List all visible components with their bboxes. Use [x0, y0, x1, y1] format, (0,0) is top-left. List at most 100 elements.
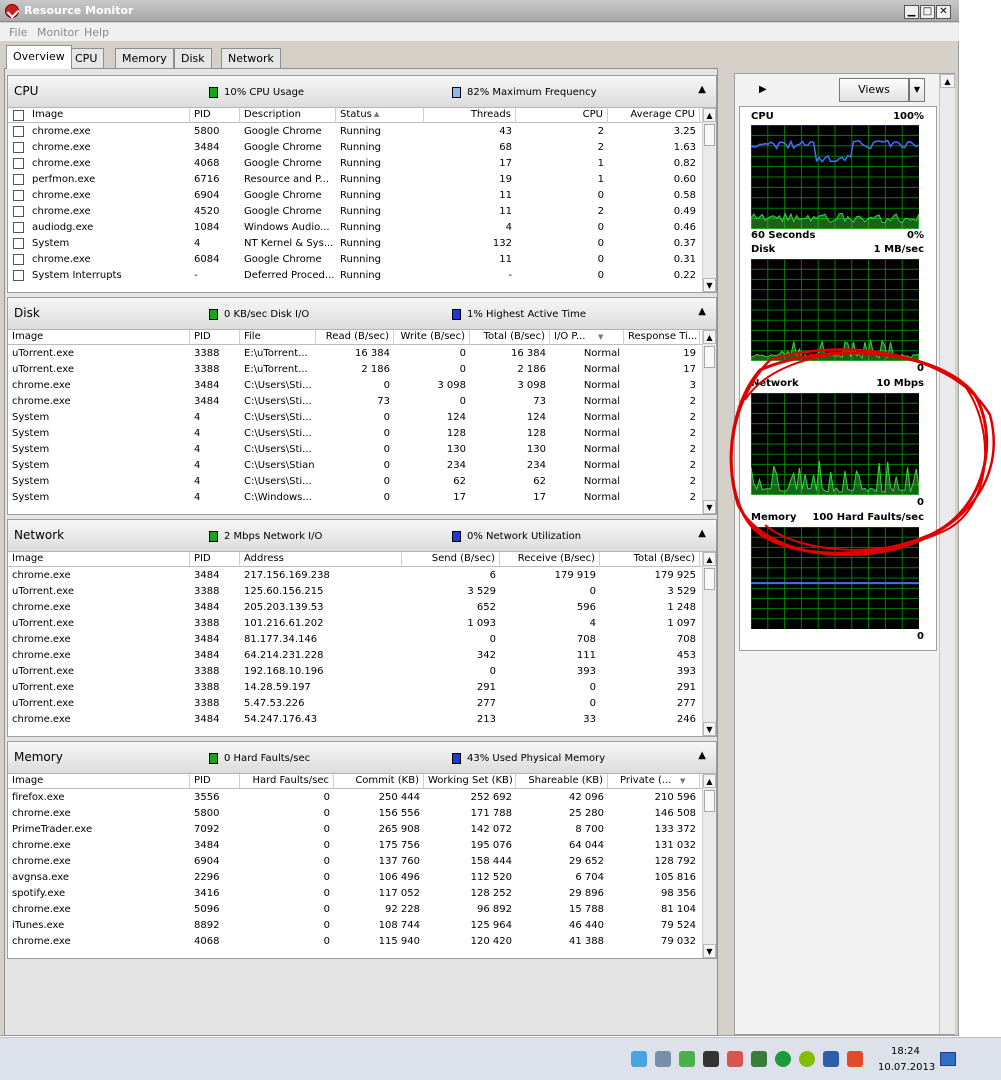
memory-section-header[interactable]: Memory 0 Hard Faults/sec 43% Used Physic… [8, 742, 716, 774]
table-row[interactable]: System 4 NT Kernel & Sys... Running 132 0 0.37 [8, 236, 704, 252]
table-row[interactable]: System 4 C:\Users\Sti... 0 124 124 Normal 2 [8, 410, 704, 426]
tab-memory[interactable]: Memory [115, 48, 174, 68]
col-private[interactable]: Private (... [608, 774, 700, 789]
table-row[interactable]: chrome.exe 3484 54.247.176.43 213 33 246 [8, 712, 704, 728]
scroll-up-arrow-icon[interactable]: ▲ [703, 552, 716, 566]
table-row[interactable]: System 4 C:\Users\Sti... 0 130 130 Normal 2 [8, 442, 704, 458]
display-tray-icon[interactable] [823, 1051, 839, 1067]
disk-section-header[interactable]: Disk 0 KB/sec Disk I/O 1% Highest Active… [8, 298, 716, 330]
collapse-up-icon[interactable]: ▲ [698, 528, 706, 539]
row-checkbox[interactable] [13, 270, 24, 281]
table-row[interactable]: chrome.exe 4068 Google Chrome Running 17 1 0.8… [8, 156, 704, 172]
table-row[interactable]: chrome.exe 3484 205.203.139.53 652 596 1 248 [8, 600, 704, 616]
security-tray-icon[interactable] [751, 1051, 767, 1067]
scroll-down-arrow-icon[interactable]: ▼ [703, 944, 716, 958]
col-threads[interactable]: Threads [424, 108, 516, 123]
table-row[interactable]: chrome.exe 6084 Google Chrome Running 11 0 0.3… [8, 252, 704, 268]
scroll-up-arrow-icon[interactable]: ▲ [703, 330, 716, 344]
utorrent-tray-icon[interactable] [775, 1051, 791, 1067]
table-row[interactable]: uTorrent.exe 3388 192.168.10.196 0 393 393 [8, 664, 704, 680]
row-checkbox[interactable] [13, 190, 24, 201]
col-io-priority[interactable]: I/O P... [550, 330, 624, 345]
col-address[interactable]: Address [240, 552, 402, 567]
col-pid[interactable]: PID [190, 330, 240, 345]
scroll-thumb[interactable] [704, 790, 715, 812]
views-dropdown-arrow-icon[interactable]: ▼ [909, 78, 925, 102]
scroll-thumb[interactable] [704, 568, 715, 590]
network-scrollbar[interactable]: ▲ ▼ [702, 552, 716, 736]
table-row[interactable]: chrome.exe 3484 217.156.169.238 6 179 919 179… [8, 568, 704, 584]
col-image[interactable]: Image [8, 774, 190, 789]
table-row[interactable]: chrome.exe 5096 0 92 228 96 892 15 788 81 104 [8, 902, 704, 918]
views-button[interactable]: Views [839, 78, 909, 102]
table-row[interactable]: chrome.exe 3484 64.214.231.228 342 111 453 [8, 648, 704, 664]
table-row[interactable]: uTorrent.exe 3388 125.60.156.215 3 529 0 3 52… [8, 584, 704, 600]
spotify-tray-icon[interactable] [799, 1051, 815, 1067]
table-row[interactable]: System 4 C:\Windows... 0 17 17 Normal 2 [8, 490, 704, 506]
col-working-set[interactable]: Working Set (KB) [424, 774, 516, 789]
col-pid[interactable]: PID [190, 774, 240, 789]
table-row[interactable]: chrome.exe 6904 0 137 760 158 444 29 652 128 7… [8, 854, 704, 870]
table-row[interactable]: uTorrent.exe 3388 E:\uTorrent... 16 384 0 16 … [8, 346, 704, 362]
table-row[interactable]: spotify.exe 3416 0 117 052 128 252 29 896 98 3… [8, 886, 704, 902]
clock-date[interactable]: 10.07.2013 [878, 1062, 935, 1073]
table-row[interactable]: firefox.exe 3556 0 250 444 252 692 42 096 210 … [8, 790, 704, 806]
col-total[interactable]: Total (B/sec) [600, 552, 700, 567]
network-section-header[interactable]: Network 2 Mbps Network I/O 0% Network Ut… [8, 520, 716, 552]
memory-scrollbar[interactable]: ▲ ▼ [702, 774, 716, 958]
cpu-scrollbar[interactable]: ▲ ▼ [702, 108, 716, 292]
table-row[interactable]: chrome.exe 5800 0 156 556 171 788 25 280 146 5… [8, 806, 704, 822]
minimize-button[interactable]: ▁ [904, 5, 919, 19]
col-receive[interactable]: Receive (B/sec) [500, 552, 600, 567]
table-row[interactable]: chrome.exe 3484 0 175 756 195 076 64 044 131 0… [8, 838, 704, 854]
col-image[interactable]: Image [8, 552, 190, 567]
monitor-tray-icon[interactable] [727, 1051, 743, 1067]
menu-help[interactable]: Help [84, 26, 109, 39]
scroll-down-arrow-icon[interactable]: ▼ [703, 500, 716, 514]
table-row[interactable]: PrimeTrader.exe 7092 0 265 908 142 072 8 700 1… [8, 822, 704, 838]
col-average-cpu[interactable]: Average CPU [608, 108, 700, 123]
collapse-up-icon[interactable]: ▲ [698, 750, 706, 761]
col-image[interactable]: Image [8, 330, 190, 345]
device-manager-tray-icon[interactable] [655, 1051, 671, 1067]
row-checkbox[interactable] [13, 174, 24, 185]
col-shareable[interactable]: Shareable (KB) [516, 774, 608, 789]
maximize-button[interactable]: □ [920, 5, 935, 19]
tab-network[interactable]: Network [221, 48, 281, 68]
clock-time[interactable]: 18:24 [891, 1046, 920, 1057]
network-sync-tray-icon[interactable] [631, 1051, 647, 1067]
scroll-up-arrow-icon[interactable]: ▲ [703, 108, 716, 122]
table-row[interactable]: uTorrent.exe 3388 14.28.59.197 291 0 291 [8, 680, 704, 696]
col-commit[interactable]: Commit (KB) [334, 774, 424, 789]
table-row[interactable]: chrome.exe 3484 C:\Users\Sti... 73 0 73 Normal… [8, 394, 704, 410]
col-pid[interactable]: PID [190, 108, 240, 123]
collapse-up-icon[interactable]: ▲ [698, 306, 706, 317]
select-all-checkbox[interactable] [13, 110, 24, 121]
table-row[interactable]: uTorrent.exe 3388 5.47.53.226 277 0 277 [8, 696, 704, 712]
table-row[interactable]: uTorrent.exe 3388 E:\uTorrent... 2 186 0 2 18… [8, 362, 704, 378]
table-row[interactable]: chrome.exe 5800 Google Chrome Running 43 2 3.2… [8, 124, 704, 140]
tab-cpu[interactable]: CPU [68, 48, 105, 68]
cpu-section-header[interactable]: CPU 10% CPU Usage 82% Maximum Frequency … [8, 76, 716, 108]
scroll-down-arrow-icon[interactable]: ▼ [703, 278, 716, 292]
table-row[interactable]: iTunes.exe 8892 0 108 744 125 964 46 440 79 52… [8, 918, 704, 934]
table-row[interactable]: chrome.exe 3484 Google Chrome Running 68 2 1.6… [8, 140, 704, 156]
tab-disk[interactable]: Disk [174, 48, 212, 68]
table-row[interactable]: chrome.exe 4520 Google Chrome Running 11 2 0.4… [8, 204, 704, 220]
col-pid[interactable]: PID [190, 552, 240, 567]
col-send[interactable]: Send (B/sec) [402, 552, 500, 567]
table-row[interactable]: perfmon.exe 6716 Resource and P... Running 1… [8, 172, 704, 188]
graphs-panel-scrollbar[interactable]: ▲ [939, 74, 955, 1034]
table-row[interactable]: System 4 C:\Users\Sti... 0 62 62 Normal 2 [8, 474, 704, 490]
row-checkbox[interactable] [13, 238, 24, 249]
table-row[interactable]: chrome.exe 6904 Google Chrome Running 11 0 0.5… [8, 188, 704, 204]
scroll-down-arrow-icon[interactable]: ▼ [703, 722, 716, 736]
close-button[interactable]: ✕ [936, 5, 951, 19]
table-row[interactable]: chrome.exe 3484 C:\Users\Sti... 0 3 098 3 098… [8, 378, 704, 394]
row-checkbox[interactable] [13, 142, 24, 153]
scroll-thumb[interactable] [704, 346, 715, 368]
row-checkbox[interactable] [13, 254, 24, 265]
row-checkbox[interactable] [13, 158, 24, 169]
menu-file[interactable]: File [9, 26, 27, 39]
collapse-up-icon[interactable]: ▲ [698, 84, 706, 95]
